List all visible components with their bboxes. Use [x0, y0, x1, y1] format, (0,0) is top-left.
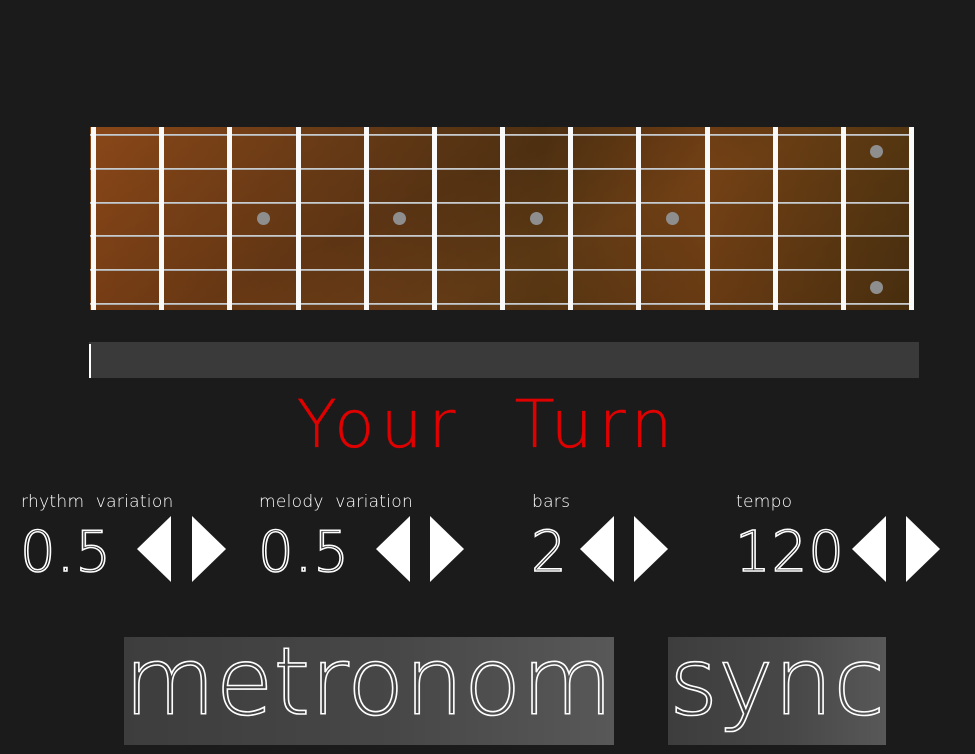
fret-marker-9 — [665, 212, 679, 225]
fret-7 — [568, 127, 574, 310]
fret-10 — [772, 127, 778, 310]
sync-button-label: sync — [668, 637, 885, 737]
rhythm-variation-increase-button[interactable] — [192, 516, 226, 582]
tempo-value: 120 — [734, 519, 845, 586]
melody-variation-increase-button[interactable] — [430, 516, 464, 582]
metronome-button-label: metronome — [124, 637, 614, 737]
fret-3 — [295, 127, 301, 310]
sync-button[interactable]: sync — [668, 637, 886, 745]
fret-11 — [840, 127, 846, 310]
bars-decrease-button[interactable] — [580, 516, 614, 582]
fret-2 — [227, 127, 233, 310]
fret-marker-12-lower — [870, 280, 884, 294]
metronome-button[interactable]: metronome — [124, 637, 614, 745]
fret-8 — [636, 127, 642, 310]
fret-5 — [431, 127, 437, 310]
tempo-increase-button[interactable] — [906, 516, 940, 582]
tempo-decrease-button[interactable] — [852, 516, 886, 582]
melody-variation-value: 0.5 — [257, 519, 351, 586]
fretboard[interactable] — [90, 127, 914, 310]
bars-label: bars — [532, 492, 571, 512]
nut — [91, 127, 96, 310]
fret-12 — [909, 127, 914, 310]
fret-6 — [500, 127, 505, 310]
bars-value: 2 — [530, 519, 568, 586]
melody-variation-label: melody variation — [259, 492, 414, 512]
rhythm-variation-label: rhythm variation — [21, 492, 174, 512]
melody-variation-decrease-button[interactable] — [376, 516, 410, 582]
fret-marker-7 — [529, 212, 543, 225]
bars-increase-button[interactable] — [634, 516, 668, 582]
tempo-label: tempo — [736, 492, 793, 512]
status-text: Your Turn — [296, 386, 679, 463]
rhythm-variation-value: 0.5 — [19, 519, 113, 586]
rhythm-variation-decrease-button[interactable] — [137, 516, 171, 582]
fret-9 — [704, 127, 710, 310]
playhead-cursor — [89, 344, 91, 378]
fret-1 — [159, 127, 165, 310]
fret-4 — [363, 127, 369, 310]
fret-marker-12-upper — [870, 145, 884, 159]
fret-marker-5 — [393, 212, 407, 225]
fret-marker-3 — [256, 212, 270, 225]
progress-bar — [89, 342, 919, 378]
